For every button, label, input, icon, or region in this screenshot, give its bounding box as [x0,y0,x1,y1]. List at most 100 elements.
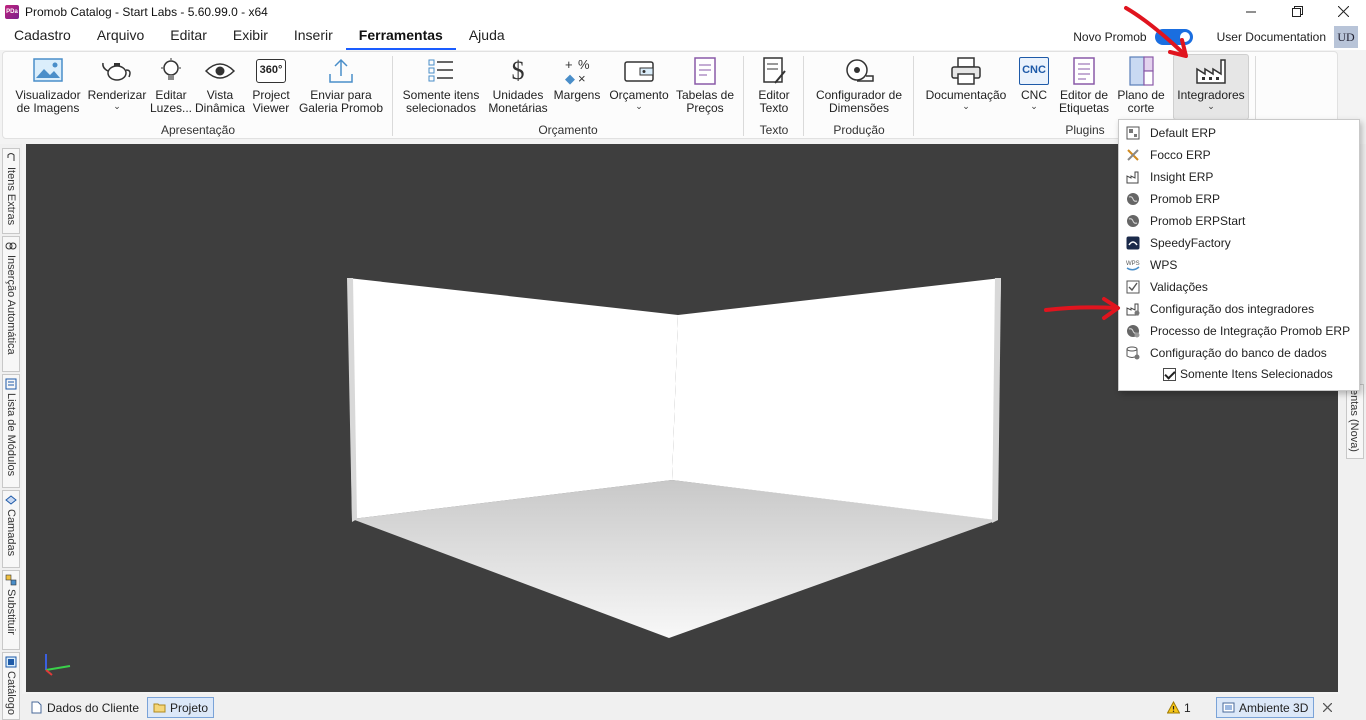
cutting-plan-icon [1129,56,1154,86]
ribbon-separator [913,56,914,136]
room-right-wall [672,278,1001,520]
menu-item-insight-erp[interactable]: Insight ERP [1120,166,1358,188]
wallet-icon [624,61,654,82]
group-label-producao: Produção [833,123,885,137]
maximize-button[interactable] [1274,0,1320,23]
menu-item-promob-erp[interactable]: Promob ERP [1120,188,1358,210]
editor-texto-label: Editor Texto [758,88,790,115]
dock-tab-catalogo[interactable]: Catálogo [2,652,20,720]
tab-dados-do-cliente[interactable]: Dados do Cliente [25,697,144,718]
close-button[interactable] [1320,0,1366,23]
ribbon-separator [392,56,393,136]
bottom-status-bar: Dados do Cliente Projeto 1 Ambiente 3D [22,694,1340,720]
svg-text:%: % [578,57,590,72]
menu-item-promob-erpstart[interactable]: Promob ERPStart [1120,210,1358,232]
group-label-orcamento: Orçamento [538,123,598,137]
window-title: Promob Catalog - Start Labs - 5.60.99.0 … [25,4,268,19]
factory-icon [1196,59,1226,84]
label-editor-icon [1073,57,1095,85]
project-viewer-button[interactable]: 360° Project Viewer [245,55,297,121]
menu-item-validacoes[interactable]: Validações [1120,276,1358,298]
menu-ferramentas[interactable]: Ferramentas [345,23,456,50]
integradores-dropdown-menu: Default ERP Focco ERP Insight ERP Promob… [1118,119,1360,391]
menu-cadastro[interactable]: Cadastro [1,23,84,50]
somente-itens-button[interactable]: Somente itens selecionados [399,55,483,121]
enviar-galeria-label: Enviar para Galeria Promob [298,88,384,115]
margens-button[interactable]: +% ◆ × Margens [551,55,603,121]
menu-item-default-erp[interactable]: Default ERP [1120,122,1358,144]
tab-projeto[interactable]: Projeto [147,697,215,718]
menu-item-processo-integracao[interactable]: Processo de Integração Promob ERP [1120,320,1358,342]
database-gear-icon [1126,346,1140,360]
dock-tab-ferramentas-nova[interactable]: entas (Nova) [1346,384,1364,459]
svg-text:+: + [565,57,573,72]
visualizador-imagens-button[interactable]: Visualizador de Imagens [9,55,87,121]
chevron-down-icon: ⌄ [1207,101,1215,111]
ribbon-separator [803,56,804,136]
dollar-icon: $ [511,56,525,85]
enviar-galeria-button[interactable]: Enviar para Galeria Promob [297,55,385,121]
menu-item-speedyfactory[interactable]: SpeedyFactory [1120,232,1358,254]
editor-etiquetas-button[interactable]: Editor de Etiquetas [1055,55,1113,121]
room-left-wall [348,278,678,519]
somente-itens-label: Somente itens selecionados [402,88,480,115]
menu-editar[interactable]: Editar [157,23,220,50]
chevron-down-icon: ⌄ [1030,101,1038,111]
replace-icon [5,574,17,586]
editor-texto-button[interactable]: Editor Texto [749,55,799,121]
dock-tab-substituir[interactable]: Substituir [2,570,20,650]
integradores-button[interactable]: Integradores ⌄ [1173,54,1249,120]
vista-dinamica-button[interactable]: Vista Dinâmica [195,55,245,121]
novo-promob-toggle[interactable] [1154,28,1193,45]
group-label-texto: Texto [759,123,789,137]
chevron-down-icon: ⌄ [113,101,121,111]
speedy-icon [1126,236,1140,250]
ribbon-separator [743,56,744,136]
orcamento-button[interactable]: Orçamento ⌄ [607,55,671,121]
user-documentation-link[interactable]: User Documentation [1217,30,1326,44]
dock-tab-camadas[interactable]: Camadas [2,490,20,568]
eye-icon [205,63,235,79]
minimize-button[interactable] [1228,0,1274,23]
configurador-dimensoes-button[interactable]: Configurador de Dimensões [809,55,909,121]
plano-corte-button[interactable]: Plano de corte [1115,55,1167,121]
configurador-dimensoes-label: Configurador de Dimensões [815,88,903,115]
axis-gizmo-icon [45,654,71,676]
wps-icon: WPS [1126,261,1140,271]
svg-text:×: × [578,71,586,85]
project-viewer-label: Project Viewer [252,88,290,115]
menu-item-focco-erp[interactable]: Focco ERP [1120,144,1358,166]
editor-etiquetas-label: Editor de Etiquetas [1058,88,1110,115]
menu-item-configuracao-banco[interactable]: Configuração do banco de dados [1120,342,1358,364]
menu-item-wps[interactable]: WPS WPS [1120,254,1358,276]
menu-exibir[interactable]: Exibir [220,23,281,50]
renderizar-button[interactable]: Renderizar ⌄ [87,55,147,121]
unidades-monetarias-button[interactable]: $ Unidades Monetárias [487,55,549,121]
checklist-icon [1126,280,1140,294]
tab-ambiente-3d[interactable]: Ambiente 3D [1216,697,1315,718]
close-tab-button[interactable] [1318,697,1337,718]
warnings-indicator[interactable]: 1 [1162,697,1196,718]
close-icon [1323,703,1332,712]
price-table-icon [694,57,716,85]
unidades-monetarias-label: Unidades Monetárias [488,88,548,115]
tabelas-precos-label: Tabelas de Preços [675,88,735,115]
menu-arquivo[interactable]: Arquivo [84,23,157,50]
close-icon [1337,6,1349,17]
checkbox-checked-icon [1163,367,1176,381]
dock-tab-lista-modulos[interactable]: Lista de Módulos [2,374,20,488]
documentacao-button[interactable]: Documentação ⌄ [921,55,1011,121]
user-avatar[interactable]: UD [1334,25,1358,48]
dock-tab-itens-extras[interactable]: Itens Extras [2,148,20,234]
margens-label: Margens [553,88,601,102]
cnc-button[interactable]: CNC CNC ⌄ [1015,55,1053,121]
tools-icon [1127,149,1139,161]
editar-luzes-button[interactable]: Editar Luzes... [147,55,195,121]
menu-item-configuracao-integradores[interactable]: Configuração dos integradores [1120,298,1358,320]
somente-itens-selecionados-checkbox[interactable]: Somente Itens Selecionados [1163,367,1333,381]
dock-tab-insercao-automatica[interactable]: Inserção Automática [2,236,20,372]
menu-ajuda[interactable]: Ajuda [456,23,518,50]
factory-icon [1126,171,1139,184]
tabelas-precos-button[interactable]: Tabelas de Preços [673,55,737,121]
menu-inserir[interactable]: Inserir [281,23,346,50]
